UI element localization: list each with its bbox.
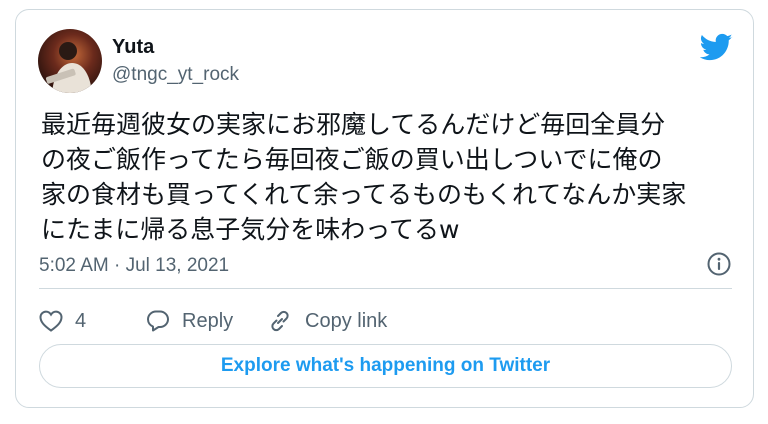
tweet-text-line: 家の食材も買ってくれて余ってるものもくれてなんか実家 <box>41 180 687 209</box>
author-name[interactable]: Yuta <box>112 36 154 59</box>
speech-bubble-icon <box>146 309 170 333</box>
tweet-text-line: の夜ご飯作ってたら毎回夜ご飯の買い出しついでに俺の <box>41 145 663 174</box>
avatar[interactable] <box>38 29 102 93</box>
heart-icon <box>39 310 63 332</box>
copy-link-button[interactable]: Copy link <box>267 306 387 336</box>
twitter-bird-icon[interactable] <box>699 33 733 62</box>
explore-twitter-button[interactable]: Explore what's happening on Twitter <box>39 344 732 388</box>
tweet-text-line: 最近毎週彼女の実家にお邪魔してるんだけど毎回全員分 <box>41 110 666 139</box>
reply-label: Reply <box>182 309 234 332</box>
reply-button[interactable]: Reply <box>146 306 233 336</box>
action-bar: 4 Reply Copy link <box>39 306 739 336</box>
divider <box>39 288 732 289</box>
link-icon <box>267 308 293 334</box>
tweet-text: 最近毎週彼女の実家にお邪魔してるんだけど毎回全員分 の夜ご飯作ってたら毎回夜ご飯… <box>41 107 741 247</box>
info-icon[interactable] <box>706 251 732 277</box>
like-count: 4 <box>75 309 87 332</box>
author-handle[interactable]: @tngc_yt_rock <box>112 64 239 86</box>
like-button[interactable]: 4 <box>39 306 86 336</box>
copy-link-label: Copy link <box>305 309 388 332</box>
tweet-card: Yuta @tngc_yt_rock 最近毎週彼女の実家にお邪魔してるんだけど毎… <box>15 9 754 408</box>
tweet-text-line: にたまに帰る息子気分を味わってるw <box>41 215 460 244</box>
tweet-timestamp[interactable]: 5:02 AM · Jul 13, 2021 <box>39 255 229 277</box>
